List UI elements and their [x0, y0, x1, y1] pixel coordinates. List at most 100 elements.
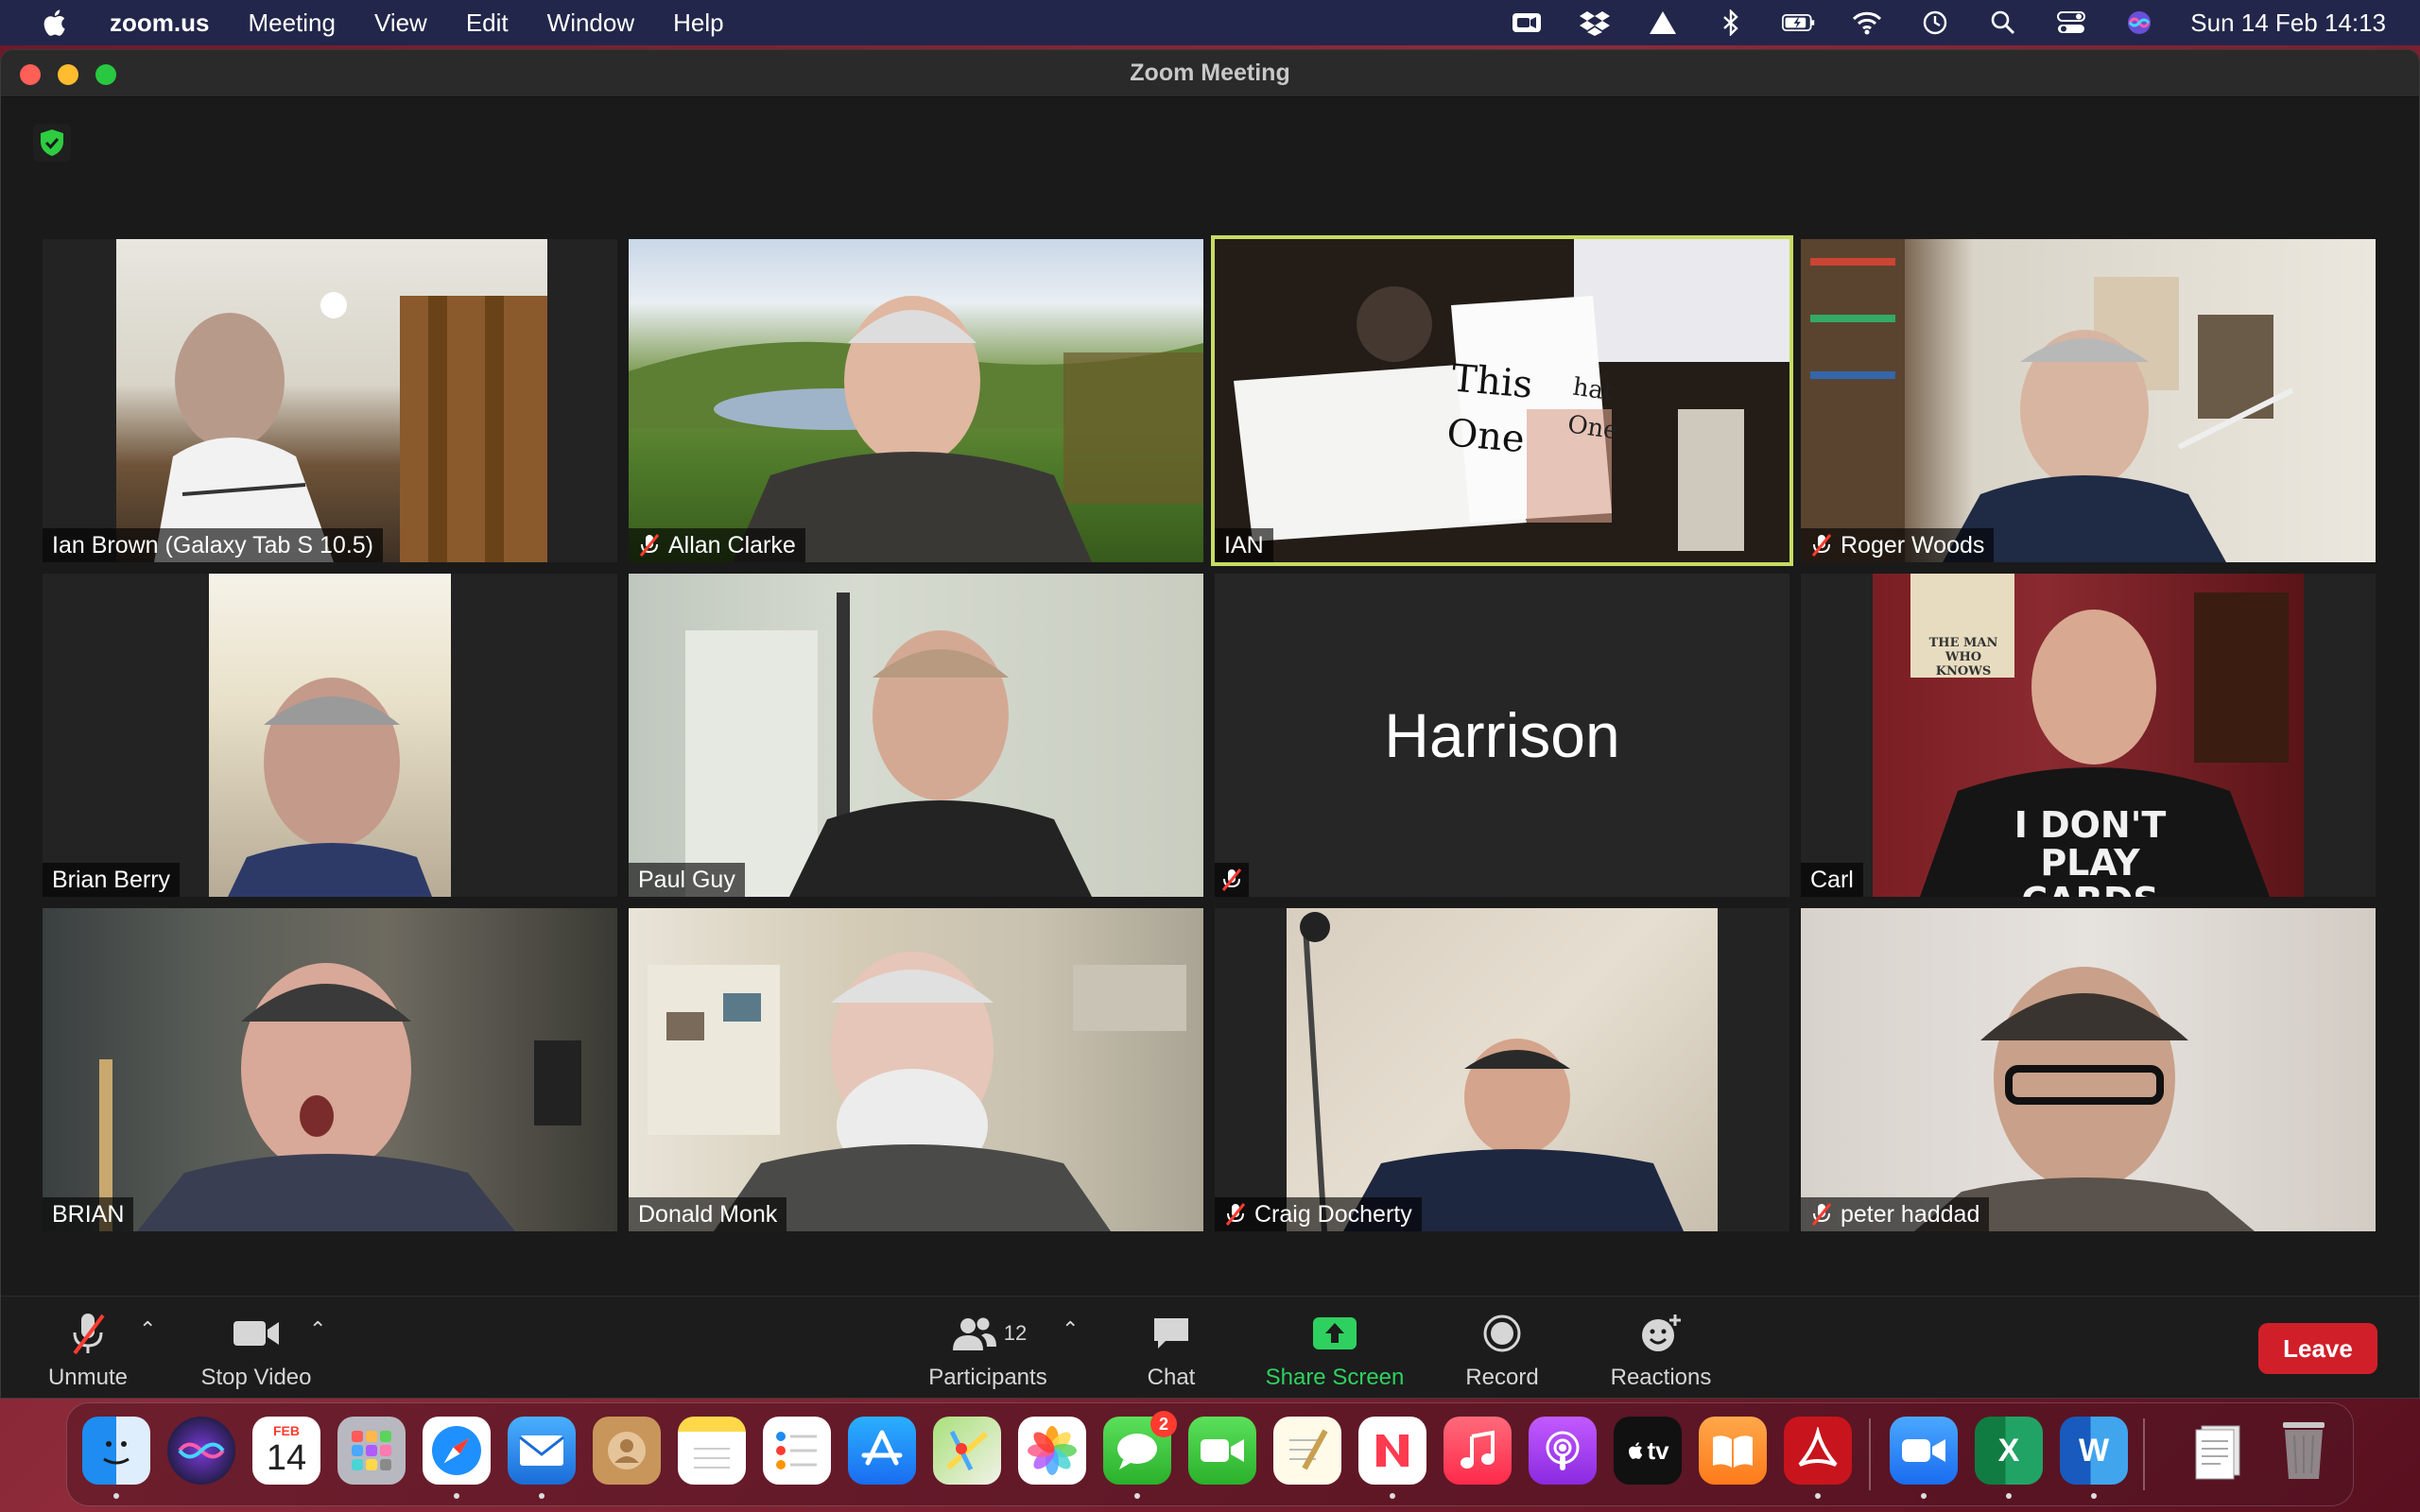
participants-button[interactable]: 12 Participants — [914, 1306, 1062, 1391]
participant-tile-harrison[interactable]: Harrison — [1215, 574, 1789, 897]
siri-icon[interactable] — [2122, 9, 2156, 37]
participant-video — [1801, 908, 2376, 1231]
participant-name: IAN — [1224, 531, 1264, 558]
reactions-button[interactable]: Reactions — [1602, 1306, 1720, 1391]
participant-name-label: IAN — [1215, 528, 1273, 562]
status-area: Sun 14 Feb 14:13 — [1476, 0, 2386, 45]
battery-icon[interactable] — [1782, 9, 1816, 37]
spotlight-search-icon[interactable] — [1986, 9, 2020, 37]
menubar-clock[interactable]: Sun 14 Feb 14:13 — [2190, 9, 2386, 38]
participant-tile-craig-docherty[interactable]: Craig Docherty — [1215, 908, 1789, 1231]
video-gallery: Ian Brown (Galaxy Tab S 10.5) Allan Clar… — [43, 235, 2379, 1279]
bluetooth-icon[interactable] — [1714, 9, 1748, 37]
stop-video-button[interactable]: Stop Video — [190, 1306, 322, 1391]
participant-tile-paul-guy[interactable]: Paul Guy — [629, 574, 1203, 897]
record-button[interactable]: Record — [1457, 1306, 1547, 1391]
participant-video — [629, 574, 1203, 897]
notes-icon[interactable] — [678, 1417, 746, 1485]
photos-icon[interactable] — [1018, 1417, 1086, 1485]
contacts-icon[interactable] — [593, 1417, 661, 1485]
calendar-icon[interactable]: FEB 14 — [252, 1417, 320, 1485]
zoom-meeting-window: Zoom Meeting Ian Brown (Galaxy Tab S 10.… — [0, 49, 2420, 1399]
reminders-icon[interactable] — [763, 1417, 831, 1485]
menu-window[interactable]: Window — [547, 9, 634, 38]
dropbox-icon[interactable] — [1578, 9, 1612, 37]
messages-icon[interactable]: 2 — [1103, 1411, 1177, 1485]
time-machine-icon[interactable] — [1918, 9, 1952, 37]
menu-app-name[interactable]: zoom.us — [110, 9, 209, 38]
macos-dock: FEB 14 2 tv X W — [66, 1402, 2354, 1506]
menu-edit[interactable]: Edit — [466, 9, 509, 38]
podcasts-icon[interactable] — [1529, 1417, 1597, 1485]
participants-options-chevron-icon[interactable]: ⌃ — [1062, 1317, 1079, 1342]
participant-tile-allan-clarke[interactable]: Allan Clarke — [629, 239, 1203, 562]
participant-tile-brian-berry[interactable]: Brian Berry — [43, 574, 617, 897]
window-controls — [20, 64, 116, 85]
mic-muted-icon — [1225, 1203, 1246, 1226]
participant-tile-peter-haddad[interactable]: peter haddad — [1801, 908, 2376, 1231]
menu-view[interactable]: View — [374, 9, 427, 38]
launchpad-icon[interactable] — [337, 1417, 406, 1485]
participant-name-label: peter haddad — [1801, 1197, 1990, 1231]
record-label: Record — [1465, 1365, 1539, 1390]
drive-icon[interactable] — [1646, 9, 1680, 37]
participant-name-label: Craig Docherty — [1215, 1197, 1422, 1231]
participant-tile-donald-monk[interactable]: Donald Monk — [629, 908, 1203, 1231]
mail-icon[interactable] — [508, 1417, 576, 1485]
books-icon[interactable] — [1699, 1417, 1767, 1485]
running-indicator — [1815, 1493, 1821, 1499]
video-options-chevron-icon[interactable]: ⌃ — [309, 1317, 326, 1342]
window-titlebar: Zoom Meeting — [1, 50, 2419, 97]
participant-name: peter haddad — [1841, 1200, 1980, 1228]
safari-icon[interactable] — [423, 1417, 491, 1485]
participant-tile-ian[interactable]: This One hat One IAN — [1211, 235, 1793, 566]
shield-check-icon[interactable] — [33, 124, 71, 162]
running-indicator — [539, 1493, 544, 1499]
control-center-icon[interactable] — [2054, 9, 2088, 37]
running-indicator — [113, 1493, 119, 1499]
participants-icon: 12 — [931, 1312, 1045, 1355]
facetime-icon[interactable] — [1188, 1417, 1256, 1485]
word-icon[interactable]: W — [2060, 1417, 2128, 1485]
zoom-app-icon[interactable] — [1890, 1417, 1958, 1485]
leave-meeting-button[interactable]: Leave — [2258, 1323, 2377, 1374]
participant-tile-ian-brown[interactable]: Ian Brown (Galaxy Tab S 10.5) — [43, 239, 617, 562]
audio-options-chevron-icon[interactable]: ⌃ — [139, 1317, 156, 1342]
participant-name: Paul Guy — [638, 866, 735, 893]
documents-stack-icon[interactable] — [2185, 1417, 2253, 1485]
card-back-text: hat One — [1565, 369, 1626, 451]
participant-tile-carl[interactable]: THE MAN WHO KNOWS I DON'T PLAY CARDS Car… — [1801, 574, 2376, 897]
share-screen-button[interactable]: Share Screen — [1258, 1306, 1411, 1391]
zoom-status-icon[interactable] — [1510, 9, 1544, 37]
trash-icon[interactable] — [2270, 1417, 2338, 1485]
music-icon[interactable] — [1443, 1417, 1512, 1485]
calendar-day: 14 — [266, 1437, 307, 1478]
participant-tile-brian[interactable]: BRIAN — [43, 908, 617, 1231]
acrobat-reader-icon[interactable] — [1784, 1417, 1852, 1485]
running-indicator — [1134, 1493, 1140, 1499]
participant-name-label: Roger Woods — [1801, 528, 1995, 562]
minimize-window-button[interactable] — [58, 64, 78, 85]
menu-help[interactable]: Help — [673, 9, 723, 38]
maps-icon[interactable] — [933, 1417, 1001, 1485]
poster-text: THE MAN WHO KNOWS — [1928, 636, 1998, 679]
news-icon[interactable] — [1358, 1417, 1426, 1485]
chat-bubble-icon — [1145, 1312, 1198, 1355]
finder-icon[interactable] — [82, 1417, 150, 1485]
chat-button[interactable]: Chat — [1132, 1306, 1211, 1391]
app-store-icon[interactable] — [848, 1417, 916, 1485]
unmute-button[interactable]: Unmute — [39, 1306, 137, 1391]
siri-app-icon[interactable] — [167, 1417, 235, 1485]
apple-icon[interactable] — [40, 7, 72, 39]
apple-tv-icon[interactable]: tv — [1614, 1417, 1682, 1485]
excel-icon[interactable]: X — [1975, 1417, 2043, 1485]
card-word-one-2: One — [1565, 410, 1620, 446]
apple-tv-label: tv — [1647, 1435, 1669, 1465]
running-indicator — [1921, 1493, 1927, 1499]
fullscreen-window-button[interactable] — [95, 64, 116, 85]
close-window-button[interactable] — [20, 64, 41, 85]
participant-tile-roger-woods[interactable]: Roger Woods — [1801, 239, 2376, 562]
wifi-icon[interactable] — [1850, 9, 1884, 37]
menu-meeting[interactable]: Meeting — [248, 9, 336, 38]
text-edit-icon[interactable] — [1273, 1417, 1341, 1485]
